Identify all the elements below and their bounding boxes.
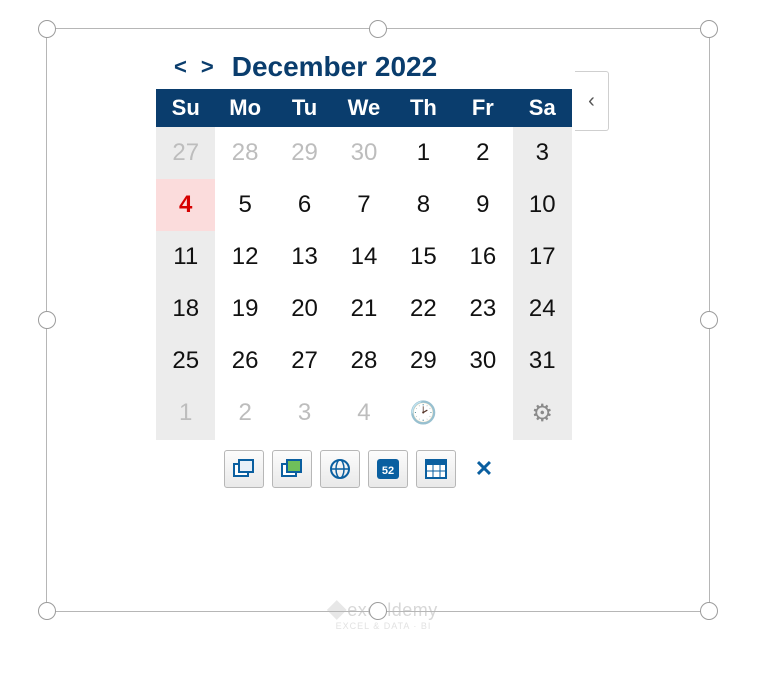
resize-handle-bm[interactable] — [369, 602, 387, 620]
svg-text:52: 52 — [382, 465, 394, 477]
day-cell[interactable]: 2 — [453, 127, 512, 179]
day-cell[interactable]: 10 — [513, 179, 572, 231]
dow-mo: Mo — [215, 89, 274, 127]
day-cell[interactable]: 2 — [215, 387, 274, 440]
calendar-widget: < > December 2022 SuMoTuWeThFrSa 2728293… — [156, 47, 572, 492]
day-cell[interactable]: 27 — [275, 335, 334, 387]
day-cell[interactable]: 30 — [334, 127, 393, 179]
week-number-icon: 52 — [376, 458, 400, 480]
next-month-button[interactable]: > — [201, 54, 214, 80]
clock-icon[interactable]: 🕑 — [394, 387, 453, 440]
resize-handle-mr[interactable] — [700, 311, 718, 329]
day-cell[interactable]: 9 — [453, 179, 512, 231]
day-cell[interactable]: 28 — [215, 127, 274, 179]
resize-handle-tm[interactable] — [369, 20, 387, 38]
globe-button[interactable] — [320, 450, 360, 488]
day-cell[interactable]: 18 — [156, 283, 215, 335]
resize-handle-ml[interactable] — [38, 311, 56, 329]
day-cell[interactable]: 27 — [156, 127, 215, 179]
dow-fr: Fr — [453, 89, 512, 127]
dow-sa: Sa — [513, 89, 572, 127]
day-cell[interactable]: 21 — [334, 283, 393, 335]
day-of-week-header: SuMoTuWeThFrSa — [156, 89, 572, 127]
week-row: 25262728293031 — [156, 335, 572, 387]
grid-view-button[interactable] — [416, 450, 456, 488]
day-cell[interactable]: 13 — [275, 231, 334, 283]
day-cell[interactable]: 15 — [394, 231, 453, 283]
close-button[interactable]: ✕ — [464, 450, 504, 488]
week-row: 18192021222324 — [156, 283, 572, 335]
day-cell[interactable]: 29 — [275, 127, 334, 179]
day-cell[interactable]: 3 — [513, 127, 572, 179]
resize-handle-tr[interactable] — [700, 20, 718, 38]
globe-icon — [329, 458, 351, 480]
day-cell[interactable]: 25 — [156, 335, 215, 387]
gear-icon[interactable]: ⚙ — [513, 387, 572, 440]
restore-window-icon — [233, 459, 255, 479]
dow-th: Th — [394, 89, 453, 127]
day-cell[interactable]: 1 — [156, 387, 215, 440]
day-cell[interactable]: 31 — [513, 335, 572, 387]
month-year-title[interactable]: December 2022 — [232, 51, 437, 83]
day-cell[interactable]: 30 — [453, 335, 512, 387]
day-cell[interactable]: 23 — [453, 283, 512, 335]
day-cell[interactable]: 20 — [275, 283, 334, 335]
week-number-button[interactable]: 52 — [368, 450, 408, 488]
week-row: 45678910 — [156, 179, 572, 231]
resize-handle-bl[interactable] — [38, 602, 56, 620]
day-cell[interactable]: 12 — [215, 231, 274, 283]
week-row: 1234 🕑 ⚙ — [156, 387, 572, 440]
clock-icon[interactable]: 🕑 — [410, 400, 437, 425]
day-cell[interactable]: 5 — [215, 179, 274, 231]
dow-tu: Tu — [275, 89, 334, 127]
prev-month-button[interactable]: < — [174, 54, 187, 80]
day-cell[interactable]: 26 — [215, 335, 274, 387]
day-cell[interactable]: 29 — [394, 335, 453, 387]
resize-handle-br[interactable] — [700, 602, 718, 620]
day-cell[interactable]: 28 — [334, 335, 393, 387]
dow-su: Su — [156, 89, 215, 127]
gear-icon[interactable]: ⚙ — [531, 400, 553, 427]
dow-we: We — [334, 89, 393, 127]
day-cell[interactable]: 7 — [334, 179, 393, 231]
day-cell[interactable]: 19 — [215, 283, 274, 335]
cascade-window-icon — [281, 459, 303, 479]
day-cell[interactable]: 14 — [334, 231, 393, 283]
cascade-window-button[interactable] — [272, 450, 312, 488]
day-cell[interactable]: 22 — [394, 283, 453, 335]
day-cell[interactable]: 4 — [156, 179, 215, 231]
day-cell[interactable]: 8 — [394, 179, 453, 231]
day-cell[interactable]: 11 — [156, 231, 215, 283]
day-cell[interactable]: 16 — [453, 231, 512, 283]
week-row: 11121314151617 — [156, 231, 572, 283]
calendar-grid: 2728293012345678910111213141516171819202… — [156, 127, 572, 440]
restore-window-button[interactable] — [224, 450, 264, 488]
day-cell[interactable]: 3 — [275, 387, 334, 440]
calendar-toolbar: 52 ✕ — [156, 440, 572, 492]
day-cell[interactable]: 17 — [513, 231, 572, 283]
day-cell — [453, 387, 512, 440]
grid-view-icon — [425, 459, 447, 479]
week-row: 27282930123 — [156, 127, 572, 179]
resize-handle-tl[interactable] — [38, 20, 56, 38]
day-cell[interactable]: 4 — [334, 387, 393, 440]
day-cell[interactable]: 1 — [394, 127, 453, 179]
calendar-header: < > December 2022 — [156, 47, 572, 89]
day-cell[interactable]: 6 — [275, 179, 334, 231]
day-cell[interactable]: 24 — [513, 283, 572, 335]
